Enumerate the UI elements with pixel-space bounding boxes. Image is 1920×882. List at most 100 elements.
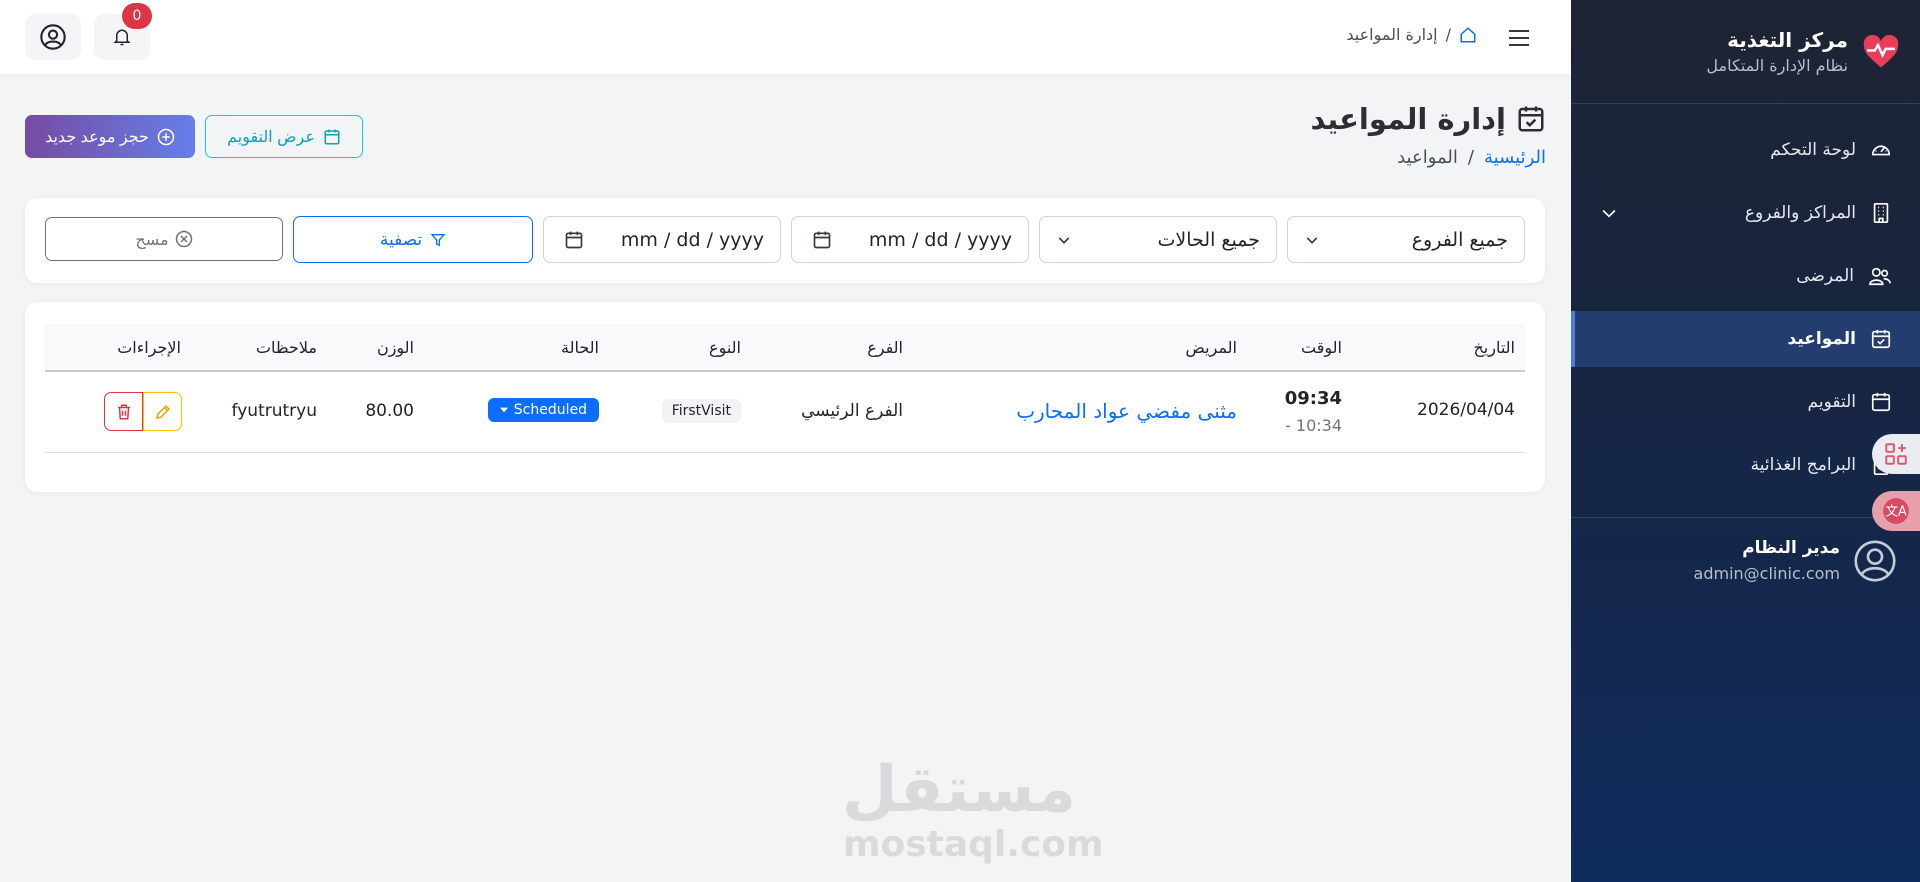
filters-card: جميع الفروع جميع الحالات mm / dd / yyyy … xyxy=(25,198,1545,283)
new-appointment-label: حجز موعد جديد xyxy=(45,128,149,146)
th-status: الحالة xyxy=(561,338,599,357)
date-from-placeholder: mm / dd / yyyy xyxy=(868,228,1012,251)
status-badge-label: Scheduled xyxy=(513,402,587,418)
calendar-check-icon xyxy=(1870,328,1892,350)
page-breadcrumb: الرئيسية / المواعيد xyxy=(1397,147,1546,168)
chevron-down-icon xyxy=(1304,232,1320,248)
patient-link[interactable]: مثنى مفضي عواد المحارب xyxy=(1016,399,1237,423)
sidebar-item-diet-programs[interactable]: البرامج الغذائية xyxy=(1571,437,1920,493)
trash-icon xyxy=(115,403,133,421)
new-appointment-button[interactable]: حجز موعد جديد xyxy=(25,115,195,158)
page-title-text: إدارة المواعيد xyxy=(1310,102,1506,136)
breadcrumb-current: إدارة المواعيد xyxy=(1346,25,1438,44)
caret-down-icon xyxy=(499,407,508,413)
sidebar-item-branches[interactable]: المراكز والفروع xyxy=(1571,185,1920,241)
home-icon[interactable] xyxy=(1459,26,1477,44)
user-circle-icon xyxy=(39,23,67,51)
delete-button[interactable] xyxy=(104,392,143,431)
status-badge[interactable]: Scheduled xyxy=(487,398,599,422)
sidebar-item-dashboard[interactable]: لوحة التحكم xyxy=(1571,122,1920,178)
table-header: التاريخ الوقت المريض الفرع النوع الحالة … xyxy=(45,324,1525,372)
sidebar-item-label: لوحة التحكم xyxy=(1770,140,1856,160)
svg-text:文A: 文A xyxy=(1885,505,1907,520)
notifications-button[interactable]: 0 xyxy=(94,3,152,60)
chevron-down-icon xyxy=(1056,232,1072,248)
status-select-value: جميع الحالات xyxy=(1157,228,1260,251)
date-to-input[interactable]: mm / dd / yyyy xyxy=(543,216,781,263)
sidebar-item-label: التقويم xyxy=(1807,392,1856,412)
translate-widget-button[interactable]: 文A xyxy=(1872,491,1920,531)
notification-count-badge: 0 xyxy=(122,3,152,29)
brand-title: مركز التغذية xyxy=(1727,28,1848,52)
cell-date: 2026/04/04 xyxy=(1417,400,1515,420)
view-calendar-button[interactable]: عرض التقويم xyxy=(205,115,363,158)
sidebar-nav: لوحة التحكم المراكز والفروع المرضى الموا… xyxy=(1571,104,1920,493)
th-type: النوع xyxy=(709,338,741,357)
th-patient: المريض xyxy=(1185,338,1237,357)
sidebar-item-label: المواعيد xyxy=(1787,329,1856,349)
building-icon xyxy=(1870,202,1892,224)
date-from-input[interactable]: mm / dd / yyyy xyxy=(791,216,1029,263)
sidebar-item-label: المراكز والفروع xyxy=(1744,203,1856,223)
sidebar-item-label: البرامج الغذائية xyxy=(1750,455,1856,475)
cell-branch: الفرع الرئيسي xyxy=(801,401,903,421)
sidebar-item-patients[interactable]: المرضى xyxy=(1571,248,1920,304)
x-circle-icon xyxy=(175,230,193,248)
breadcrumb-current: المواعيد xyxy=(1397,147,1458,168)
sidebar-item-appointments[interactable]: المواعيد xyxy=(1571,311,1920,367)
watermark-arabic: مستقل xyxy=(841,753,1076,827)
header-breadcrumb: / إدارة المواعيد xyxy=(1346,25,1477,44)
brand[interactable]: مركز التغذية نظام الإدارة المتكامل xyxy=(1571,0,1920,104)
view-calendar-label: عرض التقويم xyxy=(227,128,315,146)
hamburger-menu-icon[interactable] xyxy=(1507,27,1531,49)
user-profile[interactable]: مدير النظام admin@clinic.com xyxy=(1571,518,1920,583)
cell-time-end: - 10:34 xyxy=(1285,416,1342,435)
th-time: الوقت xyxy=(1301,338,1342,357)
breadcrumb-home-link[interactable]: الرئيسية xyxy=(1484,147,1546,168)
profile-button[interactable] xyxy=(25,14,81,60)
people-icon xyxy=(1868,265,1892,287)
calendar-icon[interactable] xyxy=(812,230,832,250)
watermark: مستقل mostaql.com xyxy=(841,753,1104,865)
edit-button[interactable] xyxy=(143,392,182,431)
plus-circle-icon xyxy=(157,128,175,146)
chevron-down-icon[interactable] xyxy=(1599,203,1619,223)
funnel-icon xyxy=(430,232,446,248)
cell-weight: 80.00 xyxy=(365,401,414,421)
user-name: مدير النظام xyxy=(1742,538,1840,558)
apps-widget-button[interactable] xyxy=(1872,434,1920,474)
user-email: admin@clinic.com xyxy=(1693,564,1840,583)
th-notes: ملاحظات xyxy=(255,338,317,357)
page-title: إدارة المواعيد xyxy=(1311,102,1546,136)
status-select[interactable]: جميع الحالات xyxy=(1039,216,1277,263)
appointments-table-card: التاريخ الوقت المريض الفرع النوع الحالة … xyxy=(25,302,1545,492)
type-badge: FirstVisit xyxy=(661,399,741,423)
apps-grid-icon xyxy=(1883,441,1909,467)
watermark-latin: mostaql.com xyxy=(843,824,1104,865)
brand-subtitle: نظام الإدارة المتكامل xyxy=(1706,56,1848,75)
clear-button[interactable]: مسح xyxy=(45,217,283,261)
bell-icon xyxy=(113,27,131,47)
branch-select[interactable]: جميع الفروع xyxy=(1287,216,1525,263)
filter-button-label: تصفية xyxy=(379,229,423,250)
sidebar: مركز التغذية نظام الإدارة المتكامل لوحة … xyxy=(1571,0,1920,882)
branch-select-value: جميع الفروع xyxy=(1411,228,1508,251)
th-actions: الإجراءات xyxy=(117,338,181,357)
breadcrumb-sep: / xyxy=(1445,25,1451,44)
pencil-icon xyxy=(154,403,172,421)
calendar-check-icon xyxy=(1516,104,1546,134)
sidebar-item-calendar[interactable]: التقويم xyxy=(1571,374,1920,430)
calendar-icon xyxy=(323,128,341,146)
filter-button[interactable]: تصفية xyxy=(293,216,533,263)
user-avatar-icon xyxy=(1854,539,1896,582)
heart-pulse-icon xyxy=(1862,34,1900,69)
sidebar-item-label: المرضى xyxy=(1796,266,1854,286)
table-row: 2026/04/04 09:34 - 10:34 مثنى مفضي عواد … xyxy=(45,372,1525,453)
cell-time-start: 09:34 xyxy=(1284,388,1342,409)
calendar-icon[interactable] xyxy=(564,230,584,250)
th-date: التاريخ xyxy=(1473,338,1515,357)
calendar-icon xyxy=(1870,391,1892,413)
clear-button-label: مسح xyxy=(135,229,169,249)
cell-notes: fyutrutryu xyxy=(231,401,317,421)
top-header: / إدارة المواعيد 0 xyxy=(0,0,1571,74)
